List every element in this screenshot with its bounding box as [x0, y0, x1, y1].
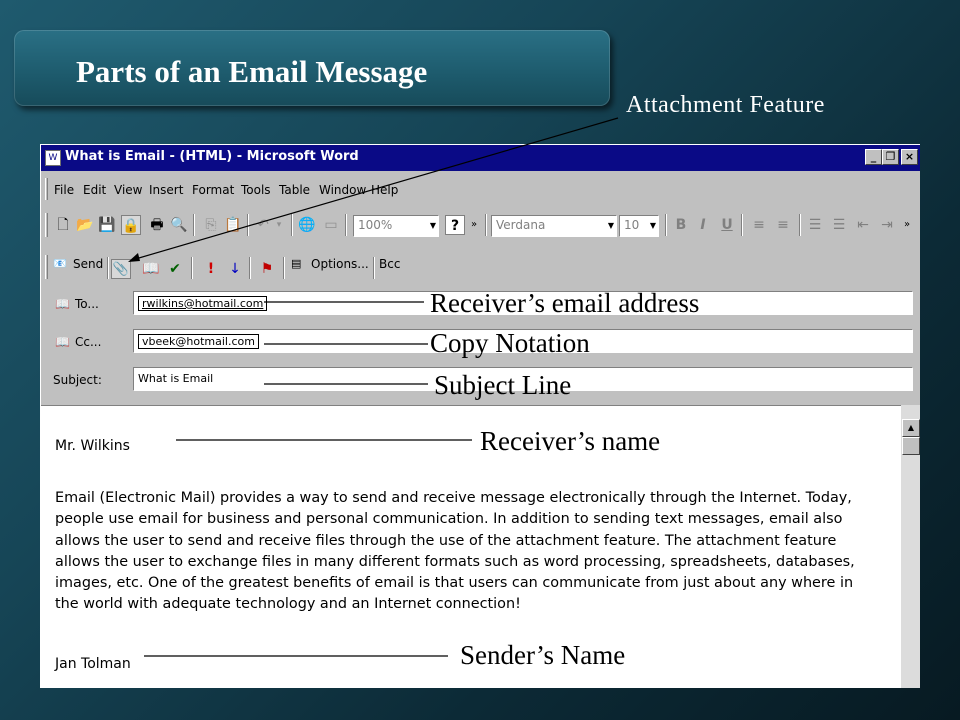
- callout-copy-notation: Copy Notation: [430, 328, 590, 358]
- callout-receiver-name: Receiver’s name: [480, 426, 661, 456]
- callout-subject-line: Subject Line: [434, 370, 572, 400]
- attachment-pointer-line: [131, 117, 619, 261]
- callout-lines: [128, 117, 619, 657]
- attachment-pointer-arrowhead: [128, 253, 140, 262]
- callout-sender-name: Sender’s Name: [460, 640, 626, 670]
- callout-receiver-email: Receiver’s email address: [430, 288, 700, 318]
